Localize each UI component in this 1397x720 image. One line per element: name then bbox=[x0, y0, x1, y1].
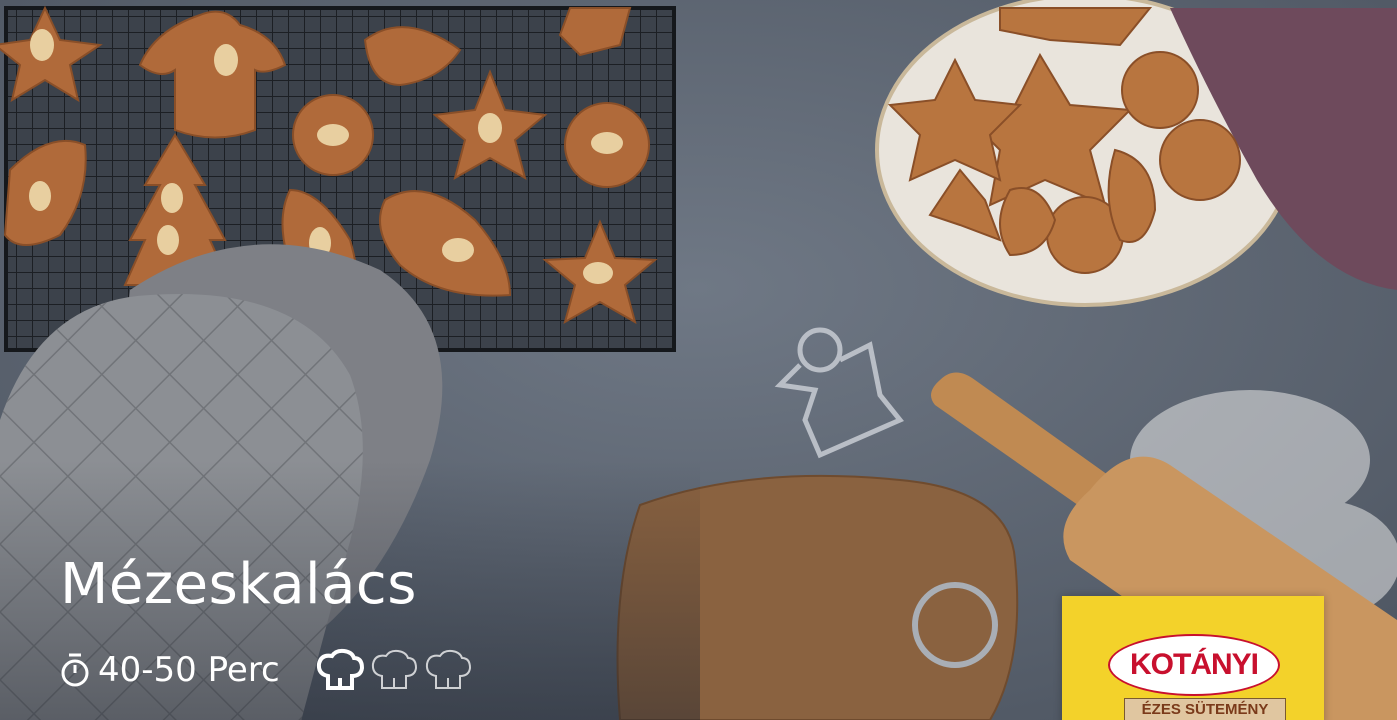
product-label: ÉZES SÜTEMÉNY bbox=[1124, 698, 1286, 720]
product-package[interactable]: KOTÁNYI ÉZES SÜTEMÉNY bbox=[1062, 596, 1324, 720]
chef-hat-icon bbox=[425, 649, 471, 689]
recipe-hero[interactable]: Mézeskalács 40-50 Perc KOTÁNYI ÉZES SÜTE… bbox=[0, 0, 1397, 720]
chef-hat-icon bbox=[316, 648, 364, 690]
difficulty-rating bbox=[314, 648, 474, 692]
brand-logo: KOTÁNYI bbox=[1108, 634, 1280, 696]
chef-hat-icon bbox=[371, 649, 417, 689]
recipe-meta: 40-50 Perc bbox=[60, 648, 474, 692]
prep-time: 40-50 Perc bbox=[98, 650, 280, 690]
timer-icon bbox=[61, 653, 89, 687]
recipe-title[interactable]: Mézeskalács bbox=[60, 557, 417, 613]
brand-name: KOTÁNYI bbox=[1130, 648, 1259, 681]
